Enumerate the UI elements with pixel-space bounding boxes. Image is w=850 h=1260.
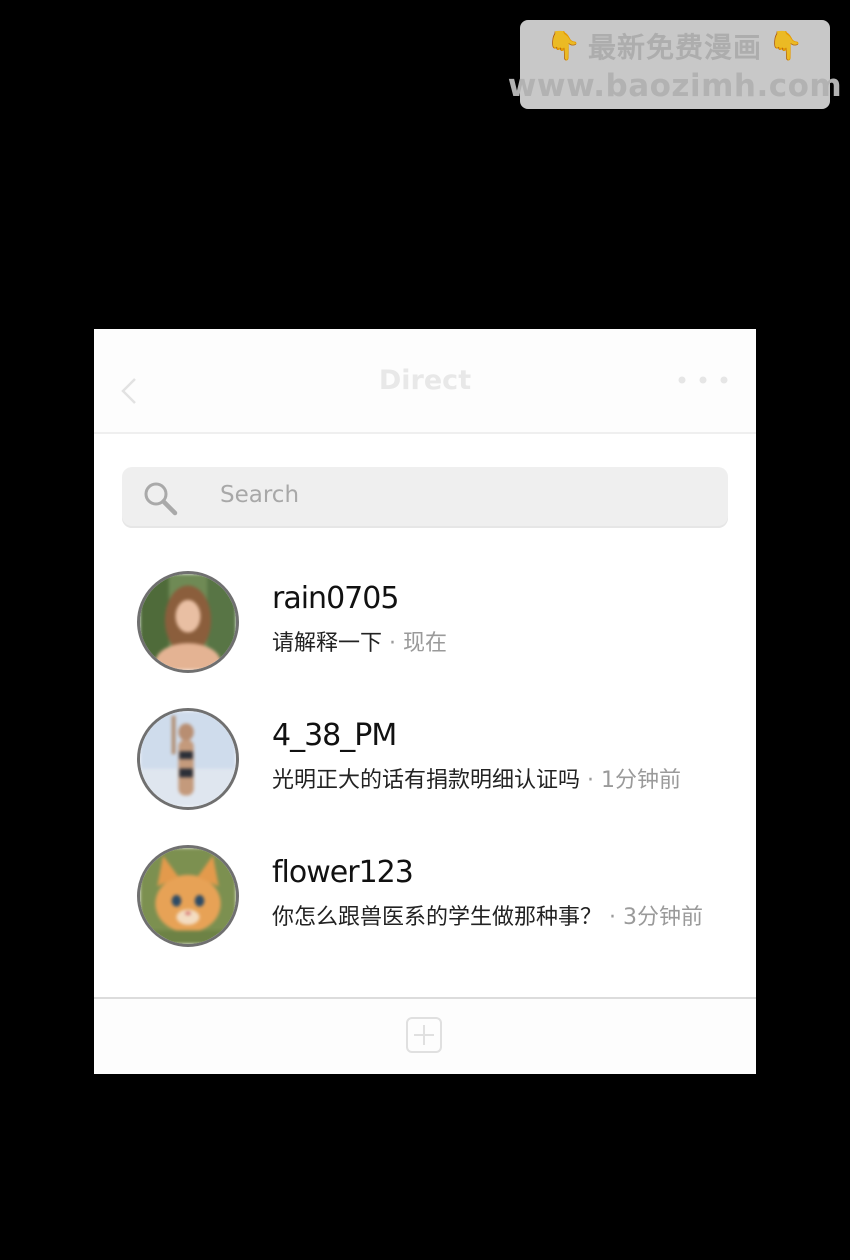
conversation-preview: 你怎么跟兽医系的学生做那种事？ · 3分钟前 xyxy=(272,899,703,931)
pointing-down-hand-icon: 👇 xyxy=(546,29,582,62)
conversation-preview: 光明正大的话有捐款明细认证吗 · 1分钟前 xyxy=(272,762,681,794)
search-placeholder: Search xyxy=(220,482,300,508)
message-preview: 请解释一下 xyxy=(272,631,383,656)
avatar xyxy=(137,708,239,810)
search-icon xyxy=(144,482,178,516)
watermark-text: 最新免费漫画 xyxy=(587,30,762,64)
page-title: Direct xyxy=(378,365,472,396)
search-input[interactable]: Search xyxy=(122,467,728,528)
conversation-item[interactable]: rain0705 请解释一下 · 现在 xyxy=(94,571,756,681)
conversation-item[interactable]: flower123 你怎么跟兽医系的学生做那种事？ · 3分钟前 xyxy=(94,845,756,955)
message-preview: 光明正大的话有捐款明细认证吗 xyxy=(272,768,581,793)
message-time: · 3分钟前 xyxy=(609,905,703,930)
bottom-bar xyxy=(94,997,756,1074)
more-dots-icon[interactable] xyxy=(677,375,729,385)
avatar xyxy=(137,571,239,673)
watermark: 👇 最新免费漫画 👇 www.baozimh.com xyxy=(508,20,842,109)
message-time: · 1分钟前 xyxy=(587,768,681,793)
conversation-username: 4_38_PM xyxy=(272,718,397,753)
conversation-preview: 请解释一下 · 现在 xyxy=(272,625,447,657)
watermark-url: www.baozimh.com xyxy=(507,67,843,104)
message-time: · 现在 xyxy=(389,631,448,656)
avatar xyxy=(137,845,239,947)
conversation-username: rain0705 xyxy=(272,581,399,616)
pointing-down-hand-icon: 👇 xyxy=(768,29,804,62)
top-bar: Direct xyxy=(94,329,756,434)
watermark-line1: 👇 最新免费漫画 👇 xyxy=(546,26,804,66)
direct-messages-panel: Direct Search rain0705 请解释一下 · 现在 4_38_P… xyxy=(94,329,756,1074)
conversation-username: flower123 xyxy=(272,855,414,890)
conversation-item[interactable]: 4_38_PM 光明正大的话有捐款明细认证吗 · 1分钟前 xyxy=(94,708,756,818)
plus-square-icon[interactable] xyxy=(405,1016,443,1054)
message-preview: 你怎么跟兽医系的学生做那种事？ xyxy=(272,905,603,930)
